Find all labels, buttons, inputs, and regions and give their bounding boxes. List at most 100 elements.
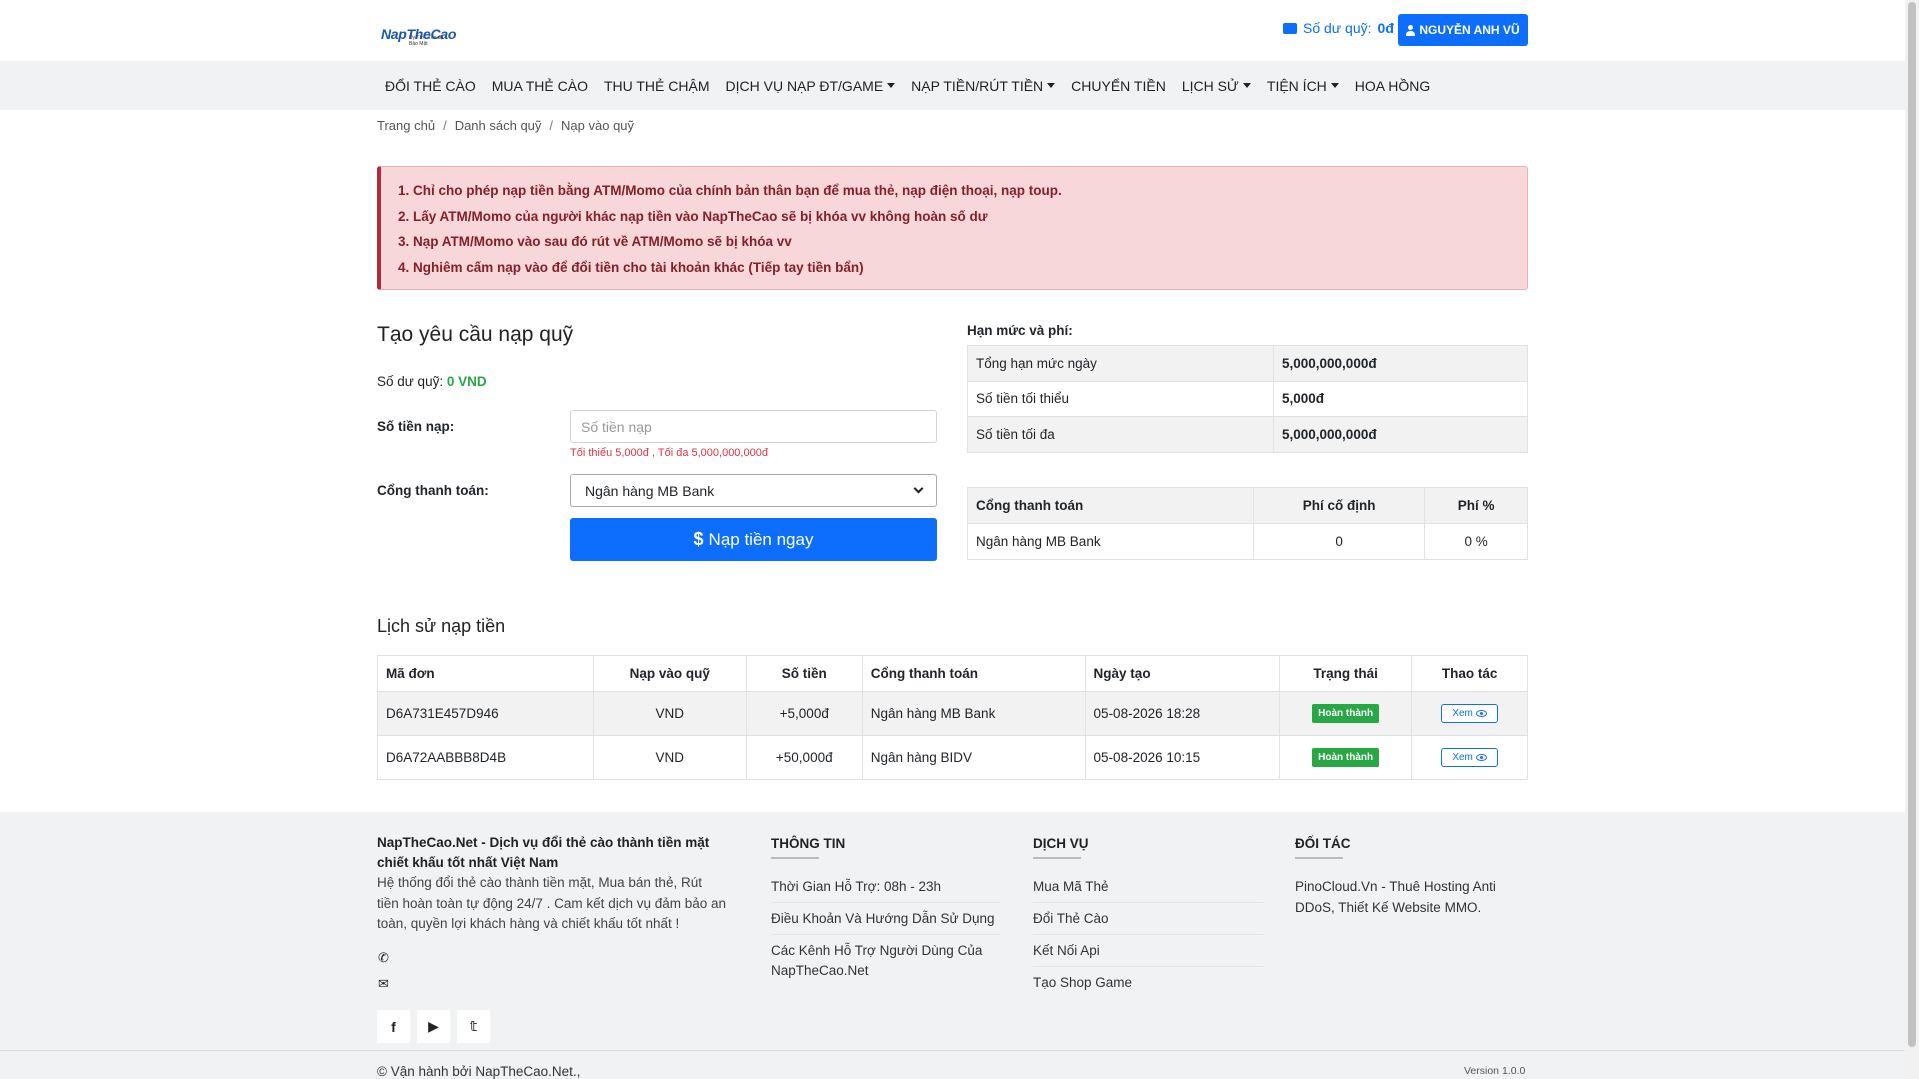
footer-service-link[interactable]: Kết Nối Api xyxy=(1033,935,1263,967)
nav-item-label: TIỆN ÍCH xyxy=(1266,77,1327,94)
alert-line: 2. Lấy ATM/Momo của người khác nạp tiền … xyxy=(398,208,988,224)
history-header: Ngày tạo xyxy=(1084,655,1281,692)
warning-alert: 1. Chỉ cho phép nạp tiền bằng ATM/Momo c… xyxy=(377,166,1528,290)
header-balance-value: 0đ xyxy=(1377,20,1394,36)
caret-down-icon xyxy=(1330,83,1339,88)
history-row: D6A731E457D946 VND +5,000đ Ngân hàng MB Ban… xyxy=(377,691,1528,736)
nav-item[interactable]: DỊCH VỤ NẠP ĐT/GAME xyxy=(718,78,904,94)
limit-label: Số tiền tối đa xyxy=(967,416,1274,453)
fee-header: Phí cố định xyxy=(1252,487,1426,524)
facebook-icon[interactable]: f xyxy=(377,1010,410,1043)
amount: +5,000đ xyxy=(745,691,863,736)
limits-table: Tổng hạn mức ngày 5,000,000,000đ Số tiền t… xyxy=(967,345,1528,453)
breadcrumb-separator: / xyxy=(549,118,554,133)
eye-icon xyxy=(1475,754,1487,761)
nav-item-label: NẠP TIỀN/RÚT TIỀN xyxy=(911,77,1044,94)
header-balance[interactable]: Số dư quỹ: 0đ xyxy=(1283,20,1394,36)
history-table: Mã đơn Nạp vào quỹ Số tiền Cổng thanh toán N… xyxy=(377,655,1528,780)
alert-line: 4. Nghiêm cấm nạp vào để đổi tiền cho tà… xyxy=(398,259,864,275)
status-cell: Hoàn thành xyxy=(1279,735,1413,780)
user-account-button[interactable]: NGUYỄN ANH VŨ xyxy=(1398,14,1528,46)
user-icon xyxy=(1406,24,1416,36)
nav-item-label: ĐỔI THẺ CÀO xyxy=(385,77,476,94)
status-badge: Hoàn thành xyxy=(1312,704,1380,723)
gateway: Ngân hàng BIDV xyxy=(861,735,1086,780)
header-balance-label: Số dư quỹ: xyxy=(1303,20,1372,36)
nav-item-label: DỊCH VỤ NẠP ĐT/GAME xyxy=(725,77,884,94)
social-links: f ▶ 𝕥 xyxy=(377,1010,490,1043)
fee-cell: 0 xyxy=(1252,523,1426,560)
scrollbar-thumb[interactable] xyxy=(1908,2,1916,1047)
limit-value: 5,000,000,000đ xyxy=(1282,355,1377,371)
footer-partner-text[interactable]: PinoCloud.Vn - Thuê Hosting Anti DDoS, T… xyxy=(1295,877,1525,918)
history-header: Số tiền xyxy=(745,655,863,692)
submit-deposit-label: Nạp tiền ngay xyxy=(708,529,814,549)
youtube-icon[interactable]: ▶ xyxy=(417,1010,450,1043)
limits-row: Tổng hạn mức ngày 5,000,000,000đ xyxy=(967,345,1528,382)
limit-value-cell: 5,000đ xyxy=(1273,380,1528,417)
footer-service-title: DỊCH VỤ xyxy=(1033,836,1263,859)
nav-item-label: THU THẺ CHẬM xyxy=(603,77,710,94)
nav-item-label: LỊCH SỬ xyxy=(1181,77,1239,94)
nav-item[interactable]: THU THẺ CHẬM xyxy=(596,78,718,94)
nav-item[interactable]: MUA THẺ CÀO xyxy=(484,78,596,94)
footer-info-link[interactable]: Điều Khoản Và Hướng Dẫn Sử Dụng xyxy=(771,903,1001,935)
nav-item[interactable]: ĐỔI THẺ CÀO xyxy=(377,78,484,94)
history-title: Lịch sử nạp tiền xyxy=(377,616,506,636)
limit-value-cell: 5,000,000,000đ xyxy=(1273,345,1528,382)
footer-info: THÔNG TIN Thời Gian Hỗ Trợ: 08h - 23h Điề… xyxy=(771,836,1001,986)
history-header: Nạp vào quỹ xyxy=(592,655,747,692)
submit-deposit-button[interactable]: $ Nạp tiền ngay xyxy=(570,518,937,561)
footer-service-link[interactable]: Tạo Shop Game xyxy=(1033,967,1263,998)
fee-cell: Ngân hàng MB Bank xyxy=(967,523,1254,560)
footer-about-title: NapTheCao.Net - Dịch vụ đổi thẻ cào thàn… xyxy=(377,835,710,870)
history-header: Thao tác xyxy=(1411,655,1528,692)
gateway-label: Cổng thanh toán: xyxy=(377,483,489,498)
action-cell: Xem xyxy=(1411,735,1528,780)
copyright: © Vận hành bởi NapTheCao.Net., xyxy=(377,1064,581,1079)
fund-currency: VND xyxy=(592,691,747,736)
footer-info-link[interactable]: Các Kênh Hỗ Trợ Người Dùng Của NapTheCao… xyxy=(771,935,1001,986)
fund-balance: Số dư quỹ: 0 VND xyxy=(377,374,487,389)
view-button-label: Xem xyxy=(1452,752,1473,763)
breadcrumb-fund-list[interactable]: Danh sách quỹ xyxy=(455,118,542,133)
main-nav: ĐỔI THẺ CÀO MUA THẺ CÀO THU THẺ CHẬM DỊCH V… xyxy=(0,61,1905,110)
footer-service-link[interactable]: Mua Mã Thẻ xyxy=(1033,871,1263,903)
amount-label: Số tiền nạp: xyxy=(377,419,455,434)
gateway-select[interactable]: Ngân hàng MB Bank xyxy=(570,474,937,507)
nav-item-label: HOA HỒNG xyxy=(1354,77,1431,94)
footer-about-text: Hệ thống đổi thẻ cào thành tiền mặt, Mua… xyxy=(377,875,727,931)
footer-partner-title: ĐỐI TÁC xyxy=(1295,836,1525,859)
nav-item[interactable]: TIỆN ÍCH xyxy=(1259,78,1347,94)
page-scrollbar[interactable] xyxy=(1905,0,1919,1079)
nav-item-label: CHUYỂN TIỀN xyxy=(1071,77,1166,94)
view-button[interactable]: Xem xyxy=(1441,748,1498,767)
nav-item[interactable]: CHUYỂN TIỀN xyxy=(1063,78,1174,94)
gateway: Ngân hàng MB Bank xyxy=(861,691,1086,736)
footer-service-link[interactable]: Đổi Thẻ Cào xyxy=(1033,903,1263,935)
amount-input[interactable] xyxy=(570,410,937,443)
site-logo[interactable]: NapTheCao Uy Tín · Tốc độ · Bảo Mật xyxy=(381,18,456,47)
caret-down-icon xyxy=(1242,83,1251,88)
status-cell: Hoàn thành xyxy=(1279,691,1413,736)
nav-item[interactable]: LỊCH SỬ xyxy=(1174,78,1259,94)
gateway-selected: Ngân hàng MB Bank xyxy=(585,482,715,499)
breadcrumb-home[interactable]: Trang chủ xyxy=(377,118,435,133)
envelope-icon: ✉ xyxy=(378,976,389,991)
view-button-label: Xem xyxy=(1452,708,1473,719)
created-at: 05-08-2026 10:15 xyxy=(1084,735,1281,780)
twitter-icon[interactable]: 𝕥 xyxy=(457,1010,490,1043)
footer-info-link[interactable]: Thời Gian Hỗ Trợ: 08h - 23h xyxy=(771,871,1001,903)
view-button[interactable]: Xem xyxy=(1441,704,1498,723)
fee-cell: 0 % xyxy=(1424,523,1528,560)
form-title: Tạo yêu cầu nạp quỹ xyxy=(377,323,574,346)
nav-item[interactable]: NẠP TIỀN/RÚT TIỀN xyxy=(903,78,1063,94)
alert-line: 3. Nạp ATM/Momo vào sau đó rút về ATM/Mo… xyxy=(398,234,792,249)
fees-table: Cổng thanh toán Phí cố định Phí % Ngân hàn… xyxy=(967,487,1528,560)
footer-info-title: THÔNG TIN xyxy=(771,836,1001,859)
nav-item[interactable]: HOA HỒNG xyxy=(1347,78,1438,94)
order-id: D6A731E457D946 xyxy=(377,691,594,736)
history-row: D6A72AABBB8D4B VND +50,000đ Ngân hàng BIDV 0… xyxy=(377,735,1528,780)
breadcrumb-current: Nạp vào quỹ xyxy=(561,118,635,133)
footer-bottom: © Vận hành bởi NapTheCao.Net., Version 1… xyxy=(0,1050,1905,1079)
